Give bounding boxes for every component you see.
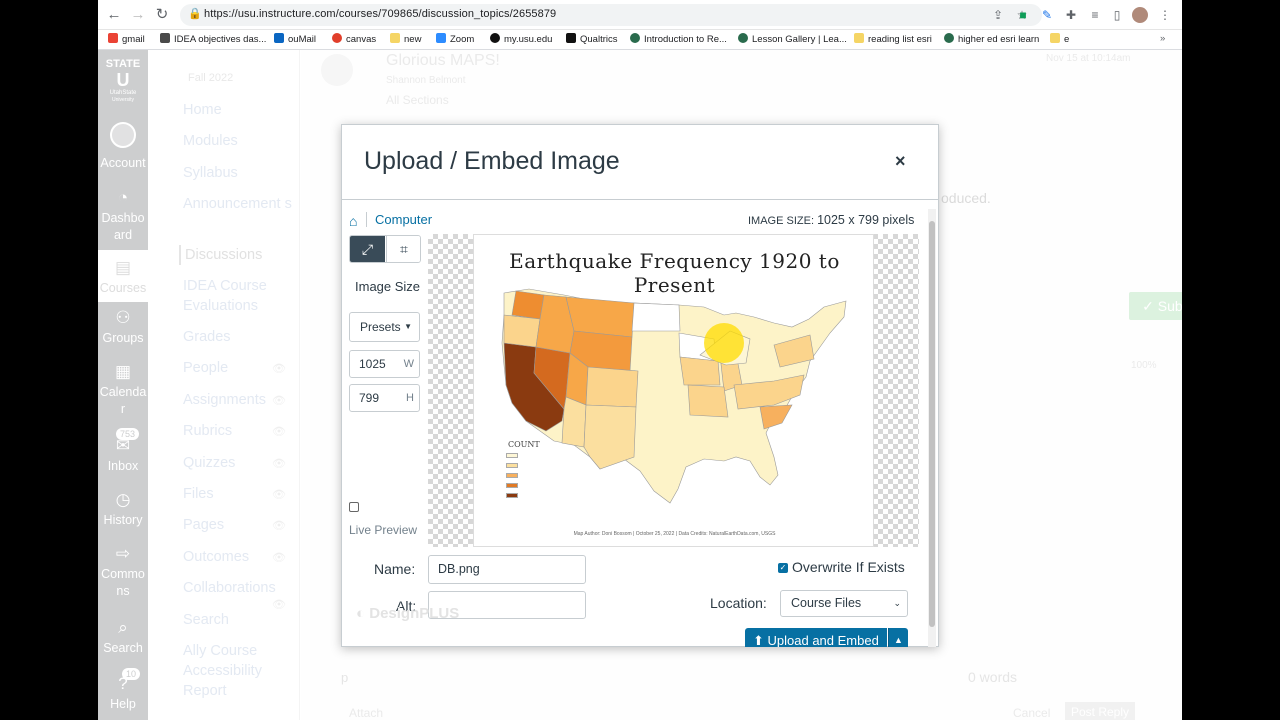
cursor-highlight: [704, 323, 744, 363]
reading-list-icon[interactable]: ≡: [1086, 6, 1104, 24]
legend-title: COUNT: [508, 440, 540, 449]
resize-icon[interactable]: ⤢: [350, 236, 385, 262]
back-icon[interactable]: ←: [104, 5, 124, 25]
home-icon[interactable]: ⌂: [349, 213, 357, 229]
caret-down-icon: ▼: [404, 322, 412, 331]
legend-swatch: [506, 483, 518, 488]
dialog-title: Upload / Embed Image: [364, 147, 620, 175]
url-text[interactable]: https://usu.instructure.com/courses/7098…: [204, 8, 556, 20]
image-size-heading: Image Size: [355, 279, 421, 294]
live-preview-checkbox[interactable]: [349, 502, 359, 512]
bookmark-canvas[interactable]: canvas: [332, 33, 376, 45]
address-bar[interactable]: 🔒 https://usu.instructure.com/courses/70…: [180, 4, 1042, 26]
browser-window: ← → ↻ 🔒 https://usu.instructure.com/cour…: [98, 0, 1182, 720]
forward-icon[interactable]: →: [128, 5, 148, 25]
bookmark-e[interactable]: e: [1050, 33, 1069, 45]
bookmark-new[interactable]: new: [390, 33, 421, 45]
location-select[interactable]: Course Files ⌄: [780, 590, 908, 617]
bookmark-idea[interactable]: IDEA objectives das...: [160, 33, 266, 45]
extensions-puzzle-icon[interactable]: ✚: [1062, 6, 1080, 24]
chevron-down-icon: ⌄: [893, 598, 901, 608]
close-icon[interactable]: ×: [895, 151, 906, 172]
overwrite-checkbox[interactable]: ✓: [778, 563, 788, 573]
location-label: Location:: [710, 595, 767, 611]
name-input[interactable]: DB.png: [428, 555, 586, 584]
side-panel-icon[interactable]: ▯: [1108, 6, 1126, 24]
lock-icon: 🔒: [188, 8, 202, 20]
breadcrumb-computer[interactable]: Computer: [366, 212, 432, 227]
overwrite-label: Overwrite If Exists: [792, 559, 905, 575]
height-input[interactable]: 799 H: [349, 384, 420, 412]
dialog-header: Upload / Embed Image ×: [342, 125, 938, 200]
share-icon[interactable]: ⇪: [990, 7, 1006, 23]
upload-embed-dialog: Upload / Embed Image × ⌂ Computer IMAGE …: [341, 124, 939, 647]
designplus-logo: ◐ DesignPLUS: [356, 605, 460, 622]
bookmark-qualtrics[interactable]: Qualtrics: [566, 33, 617, 45]
bookmark-higher-ed[interactable]: higher ed esri learn: [944, 33, 1039, 45]
bookmark-introduction[interactable]: Introduction to Re...: [630, 33, 727, 45]
bookmark-gmail[interactable]: gmail: [108, 33, 145, 45]
crop-icon[interactable]: ⌗: [386, 236, 420, 262]
bookmark-reading-list[interactable]: reading list esri: [854, 33, 932, 45]
image-size-info: IMAGE SIZE: 1025 x 799 pixels: [748, 213, 915, 227]
legend-swatch: [506, 493, 518, 498]
map-image: Earthquake Frequency 1920 to Present COU…: [473, 234, 874, 547]
image-preview: Earthquake Frequency 1920 to Present COU…: [428, 234, 919, 547]
designplus-icon: ◐: [356, 605, 370, 622]
menu-kebab-icon[interactable]: ⋮: [1156, 6, 1174, 24]
bookmarks-bar: gmail IDEA objectives das... ouMail canv…: [98, 30, 1182, 50]
legend-swatch: [506, 473, 518, 478]
bookmark-oumail[interactable]: ouMail: [274, 33, 316, 45]
dialog-body: ⌂ Computer IMAGE SIZE: 1025 x 799 pixels…: [342, 201, 938, 647]
browser-toolbar: ← → ↻ 🔒 https://usu.instructure.com/cour…: [98, 0, 1182, 30]
upload-options-caret-icon[interactable]: ▲: [888, 628, 908, 647]
reload-icon[interactable]: ↻: [152, 5, 172, 25]
width-input[interactable]: 1025 W: [349, 350, 420, 378]
legend-swatch: [506, 453, 518, 458]
extension-pen-icon[interactable]: ✎: [1038, 6, 1056, 24]
bookmark-lesson-gallery[interactable]: Lesson Gallery | Lea...: [738, 33, 847, 45]
us-map-graphic: [501, 288, 847, 504]
presets-dropdown[interactable]: Presets ▼: [349, 312, 420, 342]
dialog-scrollbar[interactable]: [928, 209, 936, 647]
upload-embed-button[interactable]: ⬆ Upload and Embed: [745, 628, 887, 647]
upload-icon: ⬆: [753, 633, 768, 647]
bookmark-zoom[interactable]: Zoom: [436, 33, 474, 45]
image-tool-group: ⤢ ⌗: [349, 235, 421, 263]
more-bookmarks-icon[interactable]: »: [1160, 33, 1165, 44]
name-label: Name:: [374, 561, 416, 577]
profile-avatar[interactable]: [1132, 7, 1148, 23]
extension-grammarly-icon[interactable]: ■: [1014, 6, 1032, 24]
bookmark-myusu[interactable]: my.usu.edu: [490, 33, 552, 45]
live-preview-label: Live Preview: [349, 523, 418, 537]
scrollbar-thumb[interactable]: [929, 221, 935, 627]
legend-swatch: [506, 463, 518, 468]
map-footer: Map Author: Doni Bossom | October 25, 20…: [573, 531, 776, 537]
